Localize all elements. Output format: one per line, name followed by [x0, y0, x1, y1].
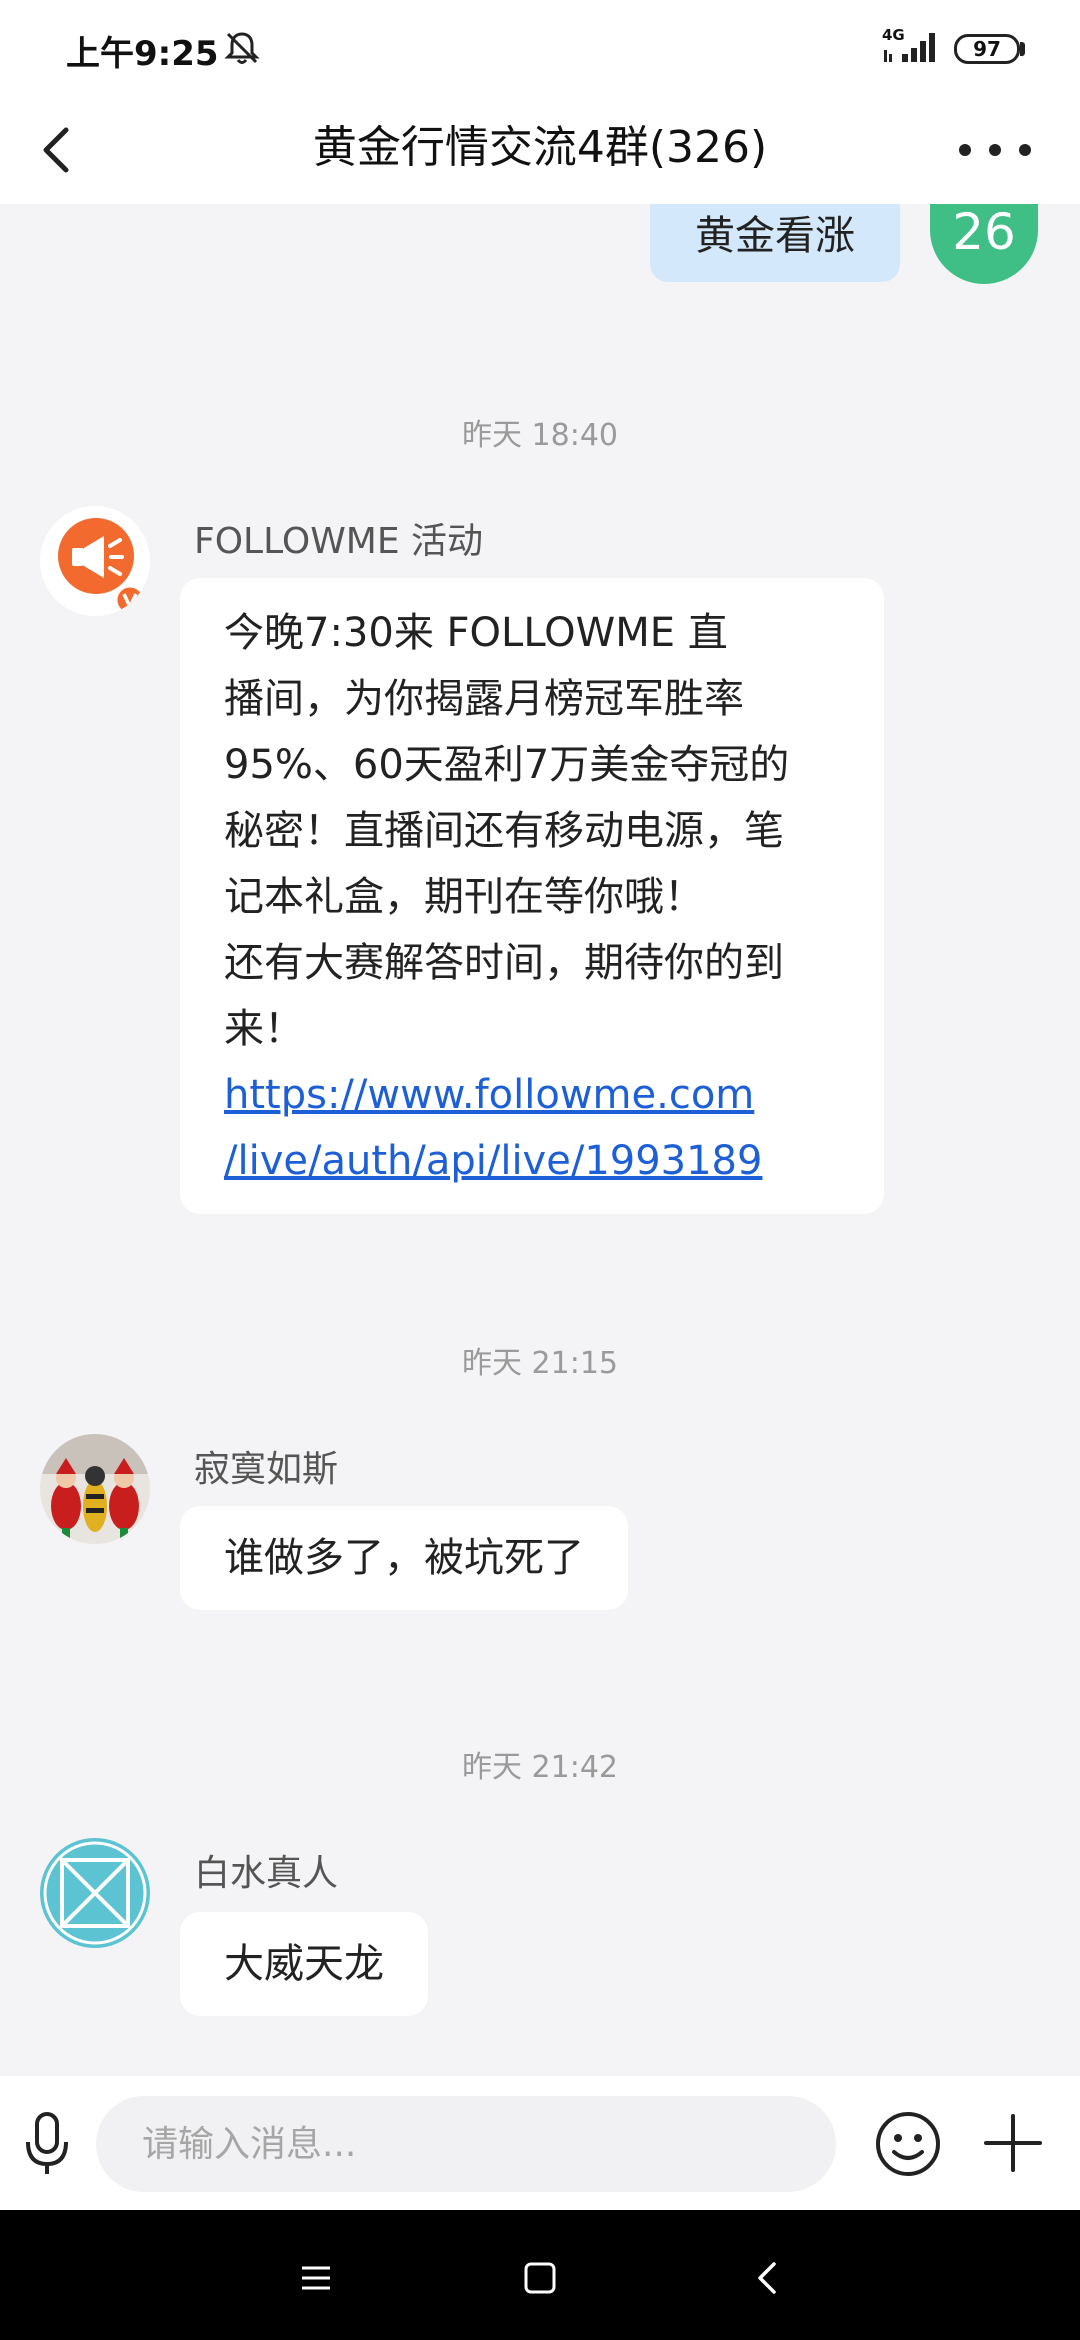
back-arrow-icon[interactable]: [30, 114, 90, 186]
message-line: 还有大赛解答时间，期待你的到: [224, 940, 784, 986]
system-nav-bar: [0, 2210, 1080, 2340]
message-bubble[interactable]: 大威天龙: [180, 1912, 428, 2016]
message-line: 来！: [224, 1006, 304, 1052]
emoji-icon[interactable]: [874, 2110, 942, 2178]
chat-title[interactable]: 黄金行情交流4群(326): [140, 116, 940, 180]
battery-icon: 97: [954, 34, 1020, 64]
message-line: 今晚7:30来 FOLLOWME 直: [224, 610, 728, 656]
timestamp-separator: 昨天 21:42: [462, 1750, 618, 1785]
message-list[interactable]: 黄金看涨 26 昨天 18:40 FOLLOWME 活动 今晚7:30来 FOL…: [0, 204, 1080, 2076]
battery-nub: [1020, 42, 1025, 56]
chat-header: 黄金行情交流4群(326): [0, 96, 1080, 204]
message-input-bar: [0, 2076, 1080, 2210]
home-square-icon[interactable]: [512, 2250, 568, 2306]
message-bubble[interactable]: 谁做多了，被坑死了: [180, 1506, 628, 1610]
message-line: 播间，为你揭露月榜冠军胜率: [224, 676, 744, 722]
status-bar: 上午9:25 4G 97: [0, 0, 1080, 96]
mute-bell-icon: [224, 32, 260, 64]
sender-name: 寂寞如斯: [194, 1449, 339, 1490]
message-bubble[interactable]: 今晚7:30来 FOLLOWME 直 播间，为你揭露月榜冠军胜率 95%、60天…: [180, 578, 884, 1214]
back-chevron-icon[interactable]: [740, 2250, 796, 2306]
message-link[interactable]: /live/auth/api/live/1993189: [224, 1128, 840, 1194]
santa-figures-photo[interactable]: [40, 1434, 150, 1544]
status-time: 上午9:25: [66, 34, 219, 74]
message-line: 记本礼盒，期刊在等你哦！: [224, 874, 704, 920]
sender-name: FOLLOWME 活动: [194, 521, 484, 562]
message-input[interactable]: [96, 2096, 836, 2192]
own-message-bubble[interactable]: 黄金看涨: [650, 204, 900, 282]
timestamp-separator: 昨天 21:15: [462, 1346, 618, 1381]
own-avatar[interactable]: 26: [930, 204, 1038, 284]
message-line: 秘密！直播间还有移动电源，笔: [224, 808, 784, 854]
more-dots-icon[interactable]: [950, 128, 1040, 172]
microphone-icon[interactable]: [20, 2110, 74, 2178]
menu-icon[interactable]: [288, 2250, 344, 2306]
plus-icon[interactable]: [982, 2112, 1044, 2174]
sender-name: 白水真人: [194, 1853, 339, 1894]
teal-x-pattern-icon[interactable]: [40, 1838, 150, 1948]
message-line: 95%、60天盈利7万美金夺冠的: [224, 742, 790, 788]
signal-icon: [884, 33, 935, 62]
message-link[interactable]: https://www.followme.com: [224, 1062, 840, 1128]
megaphone-verified-icon[interactable]: [40, 506, 150, 616]
timestamp-separator: 昨天 18:40: [462, 418, 618, 453]
